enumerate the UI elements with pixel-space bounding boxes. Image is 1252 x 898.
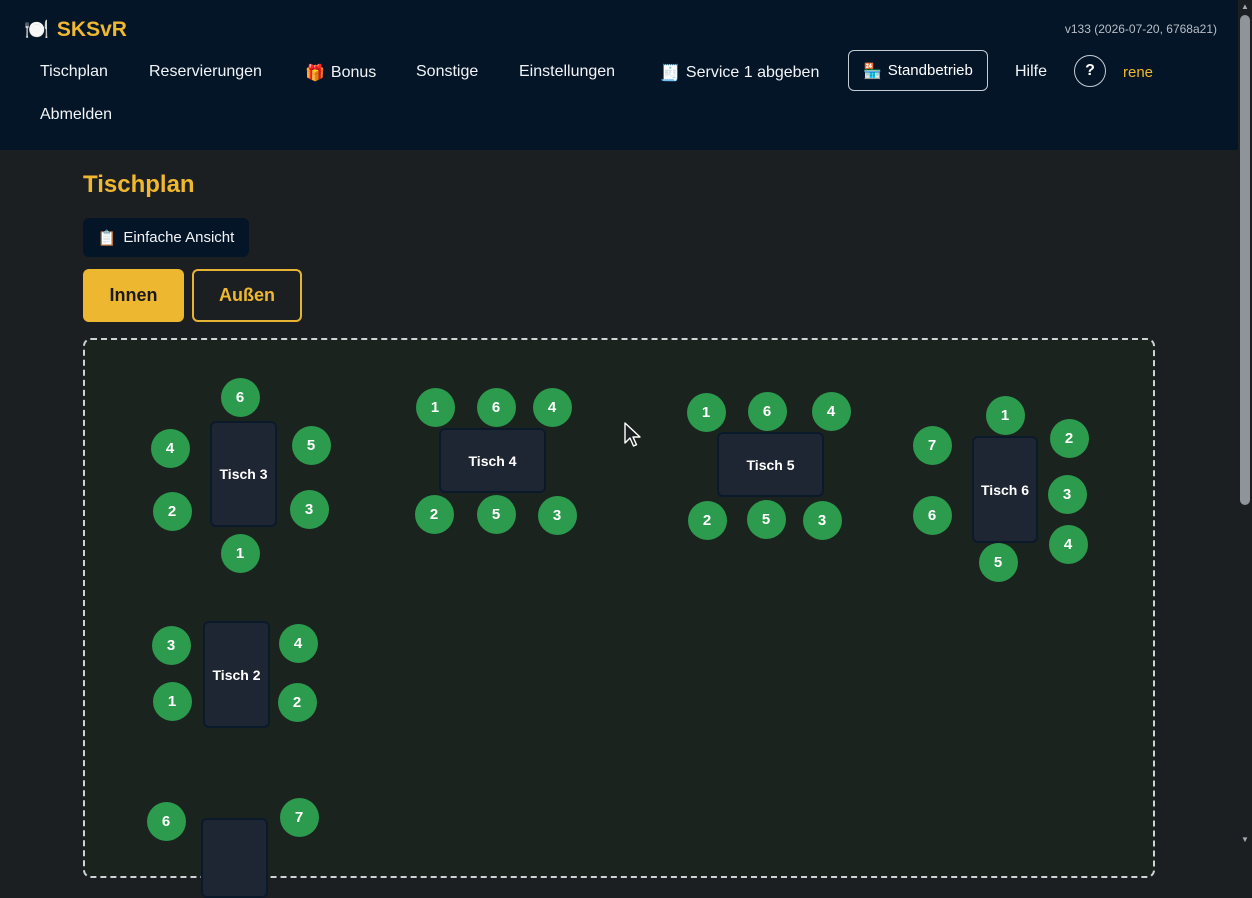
seat[interactable]: 6 <box>146 801 186 841</box>
table-tisch-4[interactable]: Tisch 4 <box>439 428 546 493</box>
receipt-icon: 🧾 <box>660 65 680 82</box>
clipboard-icon: 📋 <box>97 229 117 247</box>
seat[interactable]: 3 <box>802 500 842 540</box>
seat[interactable]: 4 <box>150 428 190 468</box>
mouse-cursor-icon <box>624 422 641 447</box>
table-tisch-3[interactable]: Tisch 3 <box>210 421 277 527</box>
seat[interactable]: 6 <box>747 391 787 431</box>
simple-view-label: Einfache Ansicht <box>123 229 235 246</box>
nav-einstellungen[interactable]: Einstellungen <box>519 63 615 81</box>
nav-bonus[interactable]: 🎁 Bonus <box>305 63 376 83</box>
page-title: Tischplan <box>83 171 195 198</box>
seat[interactable]: 1 <box>686 392 726 432</box>
simple-view-button[interactable]: 📋 Einfache Ansicht <box>83 218 249 257</box>
app-title: SKSvR <box>56 18 127 41</box>
nav-service-label: Service 1 abgeben <box>685 64 820 81</box>
seat[interactable]: 3 <box>151 625 191 665</box>
version-label: v133 (2026-07-20, 6768a21) <box>1064 22 1217 36</box>
user-name[interactable]: rene <box>1123 64 1153 81</box>
nav-sonstige[interactable]: Sonstige <box>416 63 478 81</box>
seat[interactable]: 5 <box>746 499 786 539</box>
seat[interactable]: 4 <box>811 391 851 431</box>
seat[interactable]: 2 <box>277 682 317 722</box>
table-tisch-6[interactable]: Tisch 6 <box>972 436 1038 543</box>
tab-aussen[interactable]: Außen <box>192 269 302 322</box>
seat[interactable]: 7 <box>279 797 319 837</box>
scroll-up-arrow-icon[interactable]: ▲ <box>1240 2 1250 12</box>
seat[interactable]: 4 <box>1048 524 1088 564</box>
nav-service-abgeben[interactable]: 🧾 Service 1 abgeben <box>660 63 819 83</box>
seat[interactable]: 3 <box>289 489 329 529</box>
tab-innen[interactable]: Innen <box>83 269 184 322</box>
plate-icon: 🍽️ <box>24 19 49 41</box>
seat[interactable]: 5 <box>978 542 1018 582</box>
seat[interactable]: 2 <box>1049 418 1089 458</box>
table-tisch-5[interactable]: Tisch 5 <box>717 432 824 497</box>
standbetrieb-label: Standbetrieb <box>887 62 973 79</box>
seat[interactable]: 7 <box>912 425 952 465</box>
seat[interactable]: 6 <box>220 377 260 417</box>
top-navigation: 🍽️ SKSvR v133 (2026-07-20, 6768a21) Tisc… <box>0 0 1238 150</box>
nav-tischplan[interactable]: Tischplan <box>40 63 108 81</box>
help-icon[interactable]: ? <box>1074 55 1106 87</box>
store-icon: 🏪 <box>863 62 882 80</box>
scrollbar-thumb[interactable] <box>1240 15 1250 505</box>
table-tisch-2[interactable]: Tisch 2 <box>203 621 270 728</box>
seat[interactable]: 2 <box>152 491 192 531</box>
seat[interactable]: 1 <box>415 387 455 427</box>
seat[interactable]: 1 <box>220 533 260 573</box>
seat[interactable]: 2 <box>414 494 454 534</box>
seat[interactable]: 1 <box>152 681 192 721</box>
seat[interactable]: 4 <box>532 387 572 427</box>
brand[interactable]: 🍽️ SKSvR <box>24 18 127 42</box>
nav-hilfe[interactable]: Hilfe <box>1015 63 1047 81</box>
table-partial[interactable] <box>201 818 268 898</box>
floor-plan: Tisch 3 6 4 5 2 3 1 Tisch 4 1 6 4 2 5 3 … <box>83 338 1155 898</box>
seat[interactable]: 4 <box>278 623 318 663</box>
seat[interactable]: 5 <box>291 425 331 465</box>
seat[interactable]: 3 <box>1047 474 1087 514</box>
seat[interactable]: 5 <box>476 494 516 534</box>
nav-bonus-label: Bonus <box>330 64 377 81</box>
gift-icon: 🎁 <box>305 65 325 82</box>
seat[interactable]: 2 <box>687 500 727 540</box>
seat[interactable]: 1 <box>985 395 1025 435</box>
seat[interactable]: 6 <box>476 387 516 427</box>
standbetrieb-button[interactable]: 🏪 Standbetrieb <box>848 50 988 91</box>
nav-abmelden[interactable]: Abmelden <box>40 106 112 124</box>
scrollbar[interactable]: ▲ ▼ <box>1238 0 1252 847</box>
seat[interactable]: 6 <box>912 495 952 535</box>
nav-reservierungen[interactable]: Reservierungen <box>149 63 262 81</box>
seat[interactable]: 3 <box>537 495 577 535</box>
scroll-down-arrow-icon[interactable]: ▼ <box>1240 835 1250 845</box>
